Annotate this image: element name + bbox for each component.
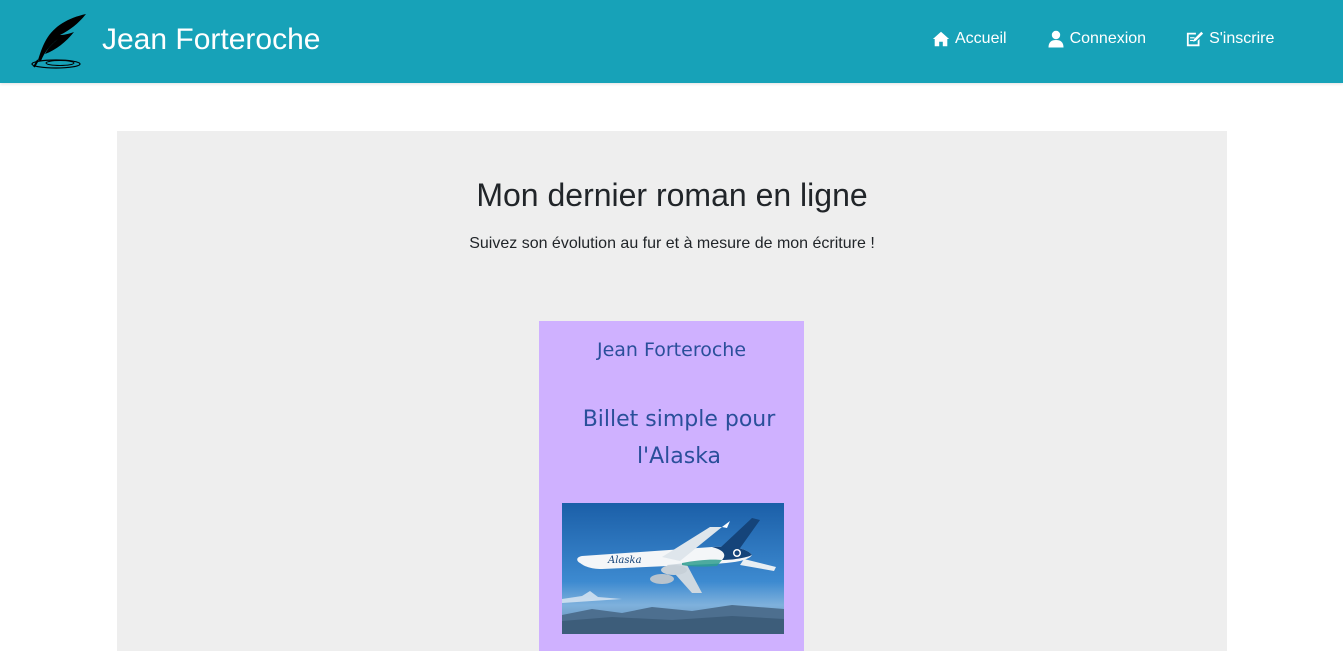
nav-connexion[interactable]: Connexion xyxy=(1047,28,1147,50)
hero-subtitle: Suivez son évolution au fur et à mesure … xyxy=(469,235,875,252)
nav-sinscrire[interactable]: S'inscrire xyxy=(1186,28,1274,50)
nav-accueil-label: Accueil xyxy=(955,30,1007,47)
user-icon xyxy=(1048,30,1064,48)
nav-connexion-label: Connexion xyxy=(1069,30,1147,47)
top-navbar: Jean Forteroche Accueil Connexion S'insc… xyxy=(0,0,1343,83)
nav-links: Accueil Connexion S'inscrire xyxy=(932,28,1274,50)
airplane-photo: Alaska xyxy=(562,503,784,634)
book-author: Jean Forteroche xyxy=(596,339,747,361)
book-cover[interactable]: Jean Forteroche Billet simple pour l'Ala… xyxy=(539,321,804,651)
brand-link[interactable]: Jean Forteroche xyxy=(26,12,320,70)
nav-sinscrire-label: S'inscrire xyxy=(1209,30,1275,47)
brand-name: Jean Forteroche xyxy=(102,23,321,56)
home-icon xyxy=(932,31,950,47)
nav-accueil[interactable]: Accueil xyxy=(932,28,1007,50)
book-title: Billet simple pour l'Alaska xyxy=(582,407,776,469)
airplane-illustration: Alaska xyxy=(562,503,784,634)
hero-title: Mon dernier roman en ligne xyxy=(476,177,868,213)
feather-quill-icon xyxy=(31,14,86,69)
hero-section: Mon dernier roman en ligne Suivez son év… xyxy=(117,131,1227,651)
livery-text: Alaska xyxy=(607,555,642,566)
signup-edit-icon xyxy=(1186,31,1204,47)
